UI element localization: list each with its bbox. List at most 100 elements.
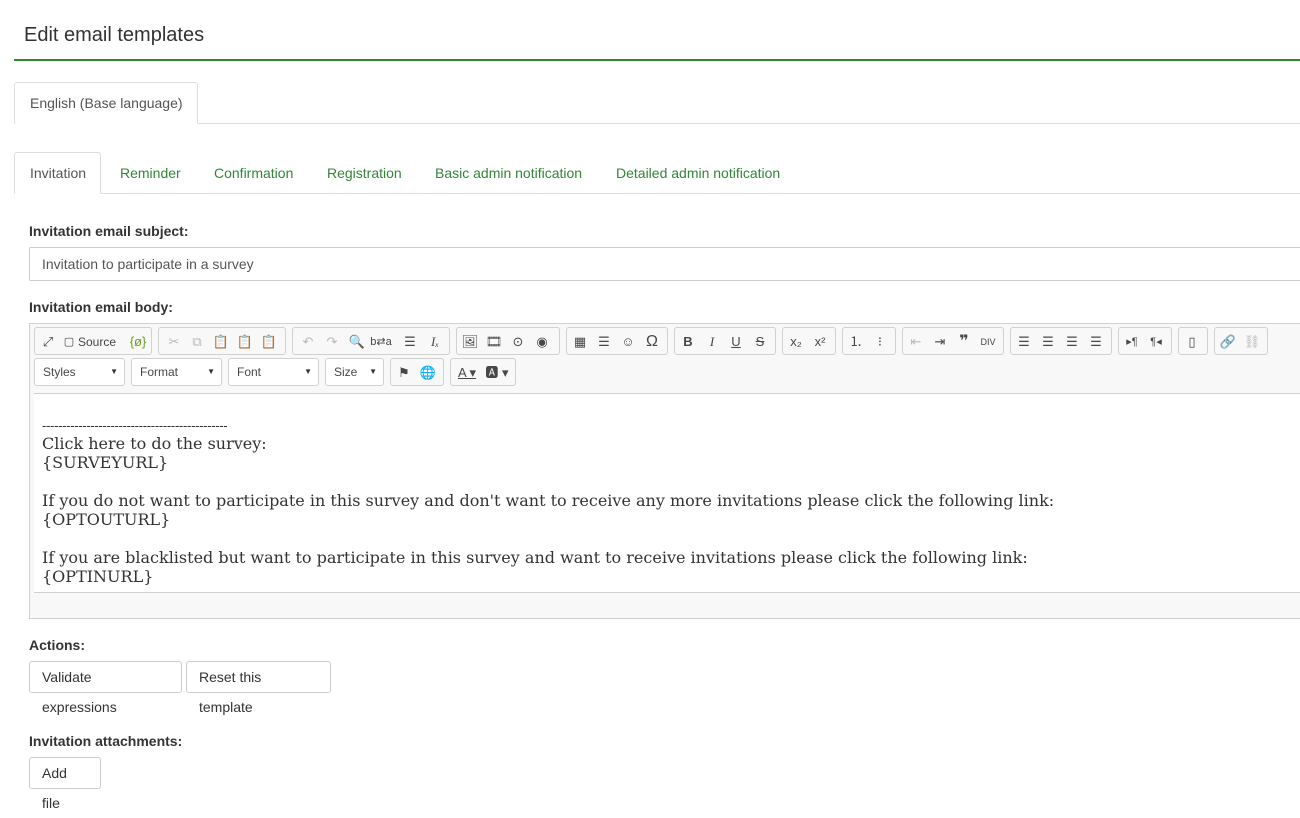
align-left-icon[interactable]: ☰ <box>1013 331 1035 353</box>
toolbar-group-indent: ⇤ ⇥ ❞ DIV <box>902 327 1004 355</box>
flash-icon[interactable]: ◉ <box>531 331 553 353</box>
paste-text-icon[interactable]: 📋 <box>234 331 256 353</box>
source-button[interactable]: Source <box>78 331 116 353</box>
smiley-icon[interactable]: ☺ <box>617 331 639 353</box>
select-all-icon[interactable]: ☰ <box>399 331 421 353</box>
toolbar-row-2: Styles ▼ Format ▼ Font ▼ Size ▼ ⚑ 🌐 A ▾ … <box>34 358 1300 386</box>
content-line: {SURVEYURL} <box>42 453 169 472</box>
tab-reminder[interactable]: Reminder <box>104 152 197 194</box>
content-separator: ----------------------------------------… <box>42 418 228 433</box>
toolbar-group-document: ⤢ ▢ Source {ø} <box>34 327 152 355</box>
source-icon[interactable]: ▢ <box>62 331 76 353</box>
reset-template-button[interactable]: Reset this template <box>186 661 331 715</box>
subscript-icon[interactable]: x₂ <box>785 331 807 353</box>
content-line: {OPTOUTURL} <box>42 510 171 529</box>
format-dropdown[interactable]: Format ▼ <box>131 358 222 386</box>
title-divider <box>14 59 1300 61</box>
chevron-down-icon: ▼ <box>110 367 118 376</box>
text-color-icon[interactable]: A ▾ <box>453 362 481 384</box>
align-center-icon[interactable]: ☰ <box>1037 331 1059 353</box>
toolbar-group-colors: A ▾ 🅰 ▾ <box>450 358 516 386</box>
anchor-flag-icon[interactable]: ⚑ <box>393 362 415 384</box>
underline-icon[interactable]: U <box>725 331 747 353</box>
language-globe-icon[interactable]: 🌐 <box>417 362 439 384</box>
toolbar-group-preview: ▯ <box>1178 327 1208 355</box>
numbered-list-icon[interactable]: ⒈ <box>845 331 867 353</box>
toolbar-group-lists: ⒈ ⁝ <box>842 327 896 355</box>
actions-label: Actions: <box>29 637 85 653</box>
body-label: Invitation email body: <box>29 299 173 315</box>
styles-dropdown-label: Styles <box>43 365 76 379</box>
toolbar-group-editing: ↶ ↷ 🔍 b⇄a ☰ Iₓ <box>292 327 450 355</box>
outdent-icon[interactable]: ⇤ <box>905 331 927 353</box>
expression-icon[interactable]: {ø} <box>127 331 149 353</box>
format-dropdown-label: Format <box>140 365 179 379</box>
content-line: If you do not want to participate in thi… <box>42 491 1055 510</box>
subject-label: Invitation email subject: <box>29 223 189 239</box>
content-line: {OPTINURL} <box>42 567 154 586</box>
toolbar-group-clipboard: ✂ ⧉ 📋 📋 📋 <box>158 327 286 355</box>
background-color-icon[interactable]: 🅰 ▾ <box>483 362 511 384</box>
indent-icon[interactable]: ⇥ <box>929 331 951 353</box>
subject-input[interactable] <box>29 247 1300 281</box>
superscript-icon[interactable]: x² <box>809 331 831 353</box>
image-icon[interactable]: 🖼 <box>459 331 481 353</box>
toolbar-row-1: ⤢ ▢ Source {ø} ✂ ⧉ 📋 📋 📋 ↶ ↷ 🔍 b⇄a ☰ Iₓ … <box>34 327 1300 355</box>
justify-icon[interactable]: ☰ <box>1085 331 1107 353</box>
tab-registration[interactable]: Registration <box>311 152 418 194</box>
link-icon[interactable]: 🔗 <box>1217 331 1239 353</box>
ltr-icon[interactable]: ▸¶ <box>1121 331 1143 353</box>
toolbar-group-objects: ▦ ☰ ☺ Ω <box>566 327 668 355</box>
paste-icon[interactable]: 📋 <box>210 331 232 353</box>
strikethrough-icon[interactable]: S <box>749 331 771 353</box>
tab-basic-admin-notification[interactable]: Basic admin notification <box>419 152 598 194</box>
video-icon[interactable]: 🎞 <box>483 331 505 353</box>
redo-icon[interactable]: ↷ <box>321 331 343 353</box>
tab-confirmation[interactable]: Confirmation <box>198 152 309 194</box>
maximize-icon[interactable]: ⤢ <box>37 331 59 353</box>
preview-icon[interactable]: ▯ <box>1181 331 1203 353</box>
font-dropdown[interactable]: Font ▼ <box>228 358 319 386</box>
media-play-icon[interactable]: ⊙ <box>507 331 529 353</box>
copy-icon[interactable]: ⧉ <box>186 331 208 353</box>
tab-invitation[interactable]: Invitation <box>14 152 101 194</box>
bulleted-list-icon[interactable]: ⁝ <box>869 331 891 353</box>
div-container-icon[interactable]: DIV <box>977 331 999 353</box>
table-icon[interactable]: ▦ <box>569 331 591 353</box>
blockquote-icon[interactable]: ❞ <box>953 331 975 353</box>
tab-english-base-language[interactable]: English (Base language) <box>14 82 198 124</box>
italic-icon[interactable]: I <box>701 331 723 353</box>
template-tabs: Invitation Reminder Confirmation Registr… <box>14 152 1300 194</box>
replace-icon[interactable]: b⇄a <box>370 331 392 353</box>
tab-detailed-admin-notification[interactable]: Detailed admin notification <box>600 152 796 194</box>
unlink-icon[interactable]: ⛓ <box>1241 331 1263 353</box>
rtl-icon[interactable]: ¶◂ <box>1145 331 1167 353</box>
bold-icon[interactable]: B <box>677 331 699 353</box>
toolbar-group-align: ☰ ☰ ☰ ☰ <box>1010 327 1112 355</box>
rich-text-editor: ⤢ ▢ Source {ø} ✂ ⧉ 📋 📋 📋 ↶ ↷ 🔍 b⇄a ☰ Iₓ … <box>29 323 1300 619</box>
chevron-down-icon: ▼ <box>207 367 215 376</box>
toolbar-group-misc: ⚑ 🌐 <box>390 358 444 386</box>
styles-dropdown[interactable]: Styles ▼ <box>34 358 125 386</box>
special-char-icon[interactable]: Ω <box>641 331 663 353</box>
add-file-button[interactable]: Add file <box>29 757 101 811</box>
chevron-down-icon: ▼ <box>304 367 312 376</box>
undo-icon[interactable]: ↶ <box>297 331 319 353</box>
size-dropdown[interactable]: Size ▼ <box>325 358 384 386</box>
toolbar-group-basic-styles: B I U S <box>674 327 776 355</box>
align-right-icon[interactable]: ☰ <box>1061 331 1083 353</box>
font-dropdown-label: Font <box>237 365 262 379</box>
language-tabs: English (Base language) <box>14 82 1300 124</box>
cut-icon[interactable]: ✂ <box>163 331 185 353</box>
toolbar-group-scripts: x₂ x² <box>782 327 836 355</box>
editor-content[interactable]: ----------------------------------------… <box>34 393 1300 593</box>
toolbar-group-insert: 🖼 🎞 ⊙ ◉ <box>456 327 560 355</box>
content-line: If you are blacklisted but want to parti… <box>42 548 1028 567</box>
paste-word-icon[interactable]: 📋 <box>258 331 280 353</box>
content-line: Click here to do the survey: <box>42 434 267 453</box>
horizontal-line-icon[interactable]: ☰ <box>593 331 615 353</box>
chevron-down-icon: ▼ <box>369 367 377 376</box>
remove-format-icon[interactable]: Iₓ <box>424 331 446 353</box>
validate-expressions-button[interactable]: Validate expressions <box>29 661 182 715</box>
find-icon[interactable]: 🔍 <box>346 331 368 353</box>
